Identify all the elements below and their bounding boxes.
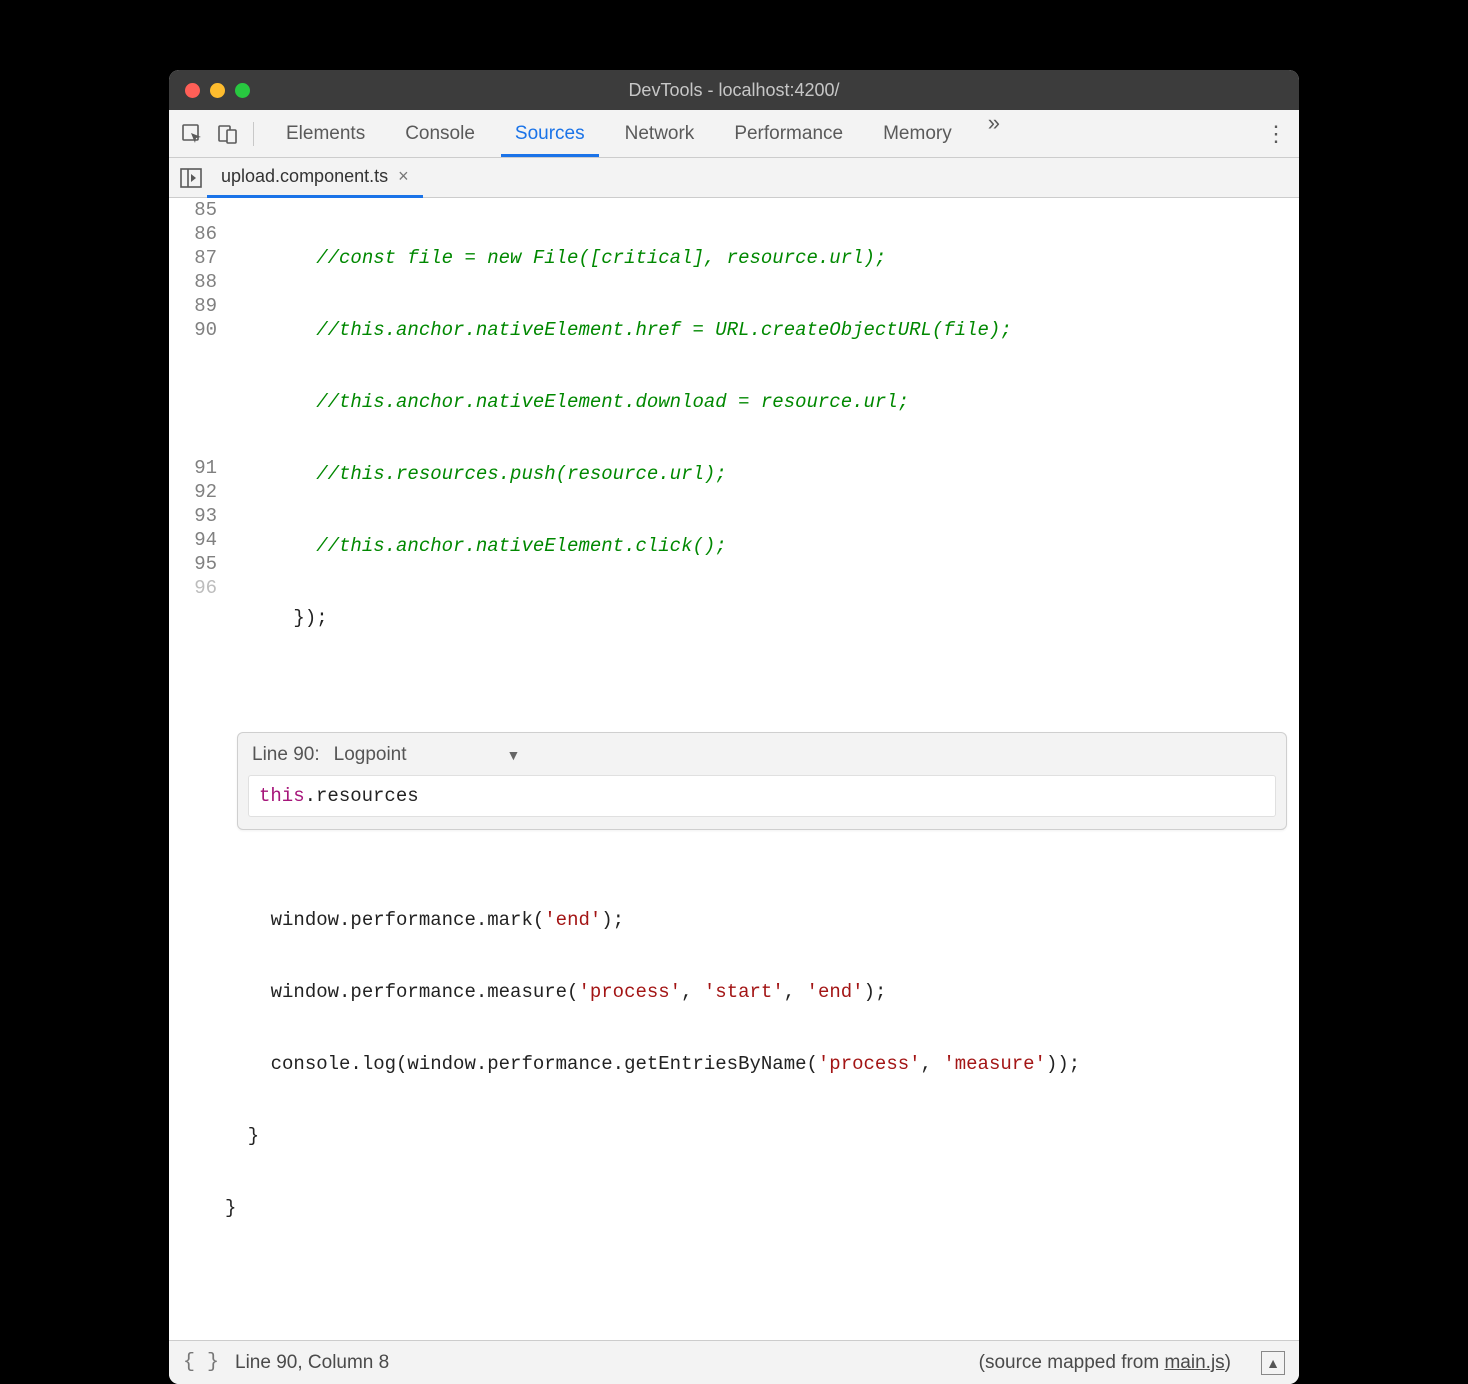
code-line: } bbox=[225, 1125, 259, 1147]
breakpoint-type-value: Logpoint bbox=[334, 743, 407, 767]
code-line: } bbox=[225, 1197, 236, 1219]
chevron-down-icon: ▼ bbox=[507, 743, 521, 767]
navigator-toggle-button[interactable] bbox=[175, 158, 207, 197]
line-number[interactable]: 88 bbox=[169, 270, 217, 294]
tab-console[interactable]: Console bbox=[391, 110, 489, 157]
line-number[interactable]: 96 bbox=[169, 576, 217, 600]
expression-this: this bbox=[259, 785, 305, 807]
code-line: //this.anchor.nativeElement.click(); bbox=[225, 535, 727, 557]
sourcemap-info: (source mapped from main.js) bbox=[979, 1352, 1231, 1374]
code-editor[interactable]: 85 86 87 88 89 90 91 92 93 94 95 96 //co… bbox=[169, 198, 1299, 1340]
line-number[interactable]: 89 bbox=[169, 294, 217, 318]
device-toolbar-icon[interactable] bbox=[213, 119, 243, 149]
code-line: console.log(window.performance.getEntrie… bbox=[225, 1053, 818, 1075]
tabs-overflow-button[interactable]: » bbox=[978, 110, 1010, 157]
line-number[interactable]: 86 bbox=[169, 222, 217, 246]
breakpoint-type-select[interactable]: Logpoint ▼ bbox=[334, 743, 521, 767]
toolbar-separator bbox=[253, 122, 254, 146]
line-number[interactable]: 90 bbox=[169, 318, 217, 342]
tab-network[interactable]: Network bbox=[611, 110, 709, 157]
line-number[interactable]: 91 bbox=[169, 456, 217, 480]
code-line: //this.anchor.nativeElement.href = URL.c… bbox=[225, 319, 1012, 341]
sourcemap-link[interactable]: main.js bbox=[1164, 1352, 1224, 1373]
code-line: }); bbox=[225, 607, 328, 629]
traffic-lights bbox=[169, 83, 250, 98]
line-number[interactable]: 85 bbox=[169, 198, 217, 222]
file-tab-label: upload.component.ts bbox=[221, 166, 388, 187]
devtools-menu-button[interactable]: ⋮ bbox=[1261, 121, 1291, 147]
titlebar: DevTools - localhost:4200/ bbox=[169, 70, 1299, 110]
line-number[interactable]: 93 bbox=[169, 504, 217, 528]
kebab-icon: ⋮ bbox=[1265, 131, 1287, 137]
expression-rest: .resources bbox=[305, 785, 419, 807]
pretty-print-button[interactable]: { } bbox=[183, 1351, 219, 1374]
tab-memory[interactable]: Memory bbox=[869, 110, 966, 157]
editor-area: 85 86 87 88 89 90 91 92 93 94 95 96 //co… bbox=[169, 198, 1299, 1340]
drawer-toggle-button[interactable]: ▲ bbox=[1261, 1351, 1285, 1375]
tab-performance[interactable]: Performance bbox=[720, 110, 857, 157]
line-number[interactable]: 95 bbox=[169, 552, 217, 576]
tab-elements[interactable]: Elements bbox=[272, 110, 379, 157]
panel-tabs: Elements Console Sources Network Perform… bbox=[272, 110, 1010, 157]
logpoint-expression-input[interactable]: this.resources bbox=[248, 775, 1276, 817]
logpoint-panel: Line 90: Logpoint ▼ this.resources bbox=[237, 732, 1287, 830]
devtools-window: DevTools - localhost:4200/ Elements Cons… bbox=[169, 70, 1299, 1384]
window-zoom-button[interactable] bbox=[235, 83, 250, 98]
code-line: //this.anchor.nativeElement.download = r… bbox=[225, 391, 909, 413]
file-tab-upload-component[interactable]: upload.component.ts × bbox=[207, 158, 423, 198]
line-gutter: 85 86 87 88 89 90 91 92 93 94 95 96 bbox=[169, 198, 225, 1340]
sources-sub-toolbar: upload.component.ts × bbox=[169, 158, 1299, 198]
tab-sources[interactable]: Sources bbox=[501, 110, 599, 157]
line-number[interactable]: 92 bbox=[169, 480, 217, 504]
logpoint-header: Line 90: Logpoint ▼ bbox=[238, 733, 1286, 775]
window-title: DevTools - localhost:4200/ bbox=[169, 80, 1299, 101]
logpoint-line-label: Line 90: bbox=[252, 743, 320, 767]
line-number[interactable]: 87 bbox=[169, 246, 217, 270]
main-toolbar: Elements Console Sources Network Perform… bbox=[169, 110, 1299, 158]
window-close-button[interactable] bbox=[185, 83, 200, 98]
line-number[interactable]: 94 bbox=[169, 528, 217, 552]
close-icon[interactable]: × bbox=[398, 166, 409, 187]
code-line: window.performance.mark( bbox=[225, 909, 544, 931]
code-line: //this.resources.push(resource.url); bbox=[225, 463, 727, 485]
window-minimize-button[interactable] bbox=[210, 83, 225, 98]
inspect-element-icon[interactable] bbox=[177, 119, 207, 149]
cursor-position: Line 90, Column 8 bbox=[235, 1352, 389, 1374]
code-line: //const file = new File([critical], reso… bbox=[225, 247, 886, 269]
code-content[interactable]: //const file = new File([critical], reso… bbox=[225, 198, 1299, 1340]
code-line: window.performance.measure( bbox=[225, 981, 578, 1003]
status-bar: { } Line 90, Column 8 (source mapped fro… bbox=[169, 1340, 1299, 1384]
